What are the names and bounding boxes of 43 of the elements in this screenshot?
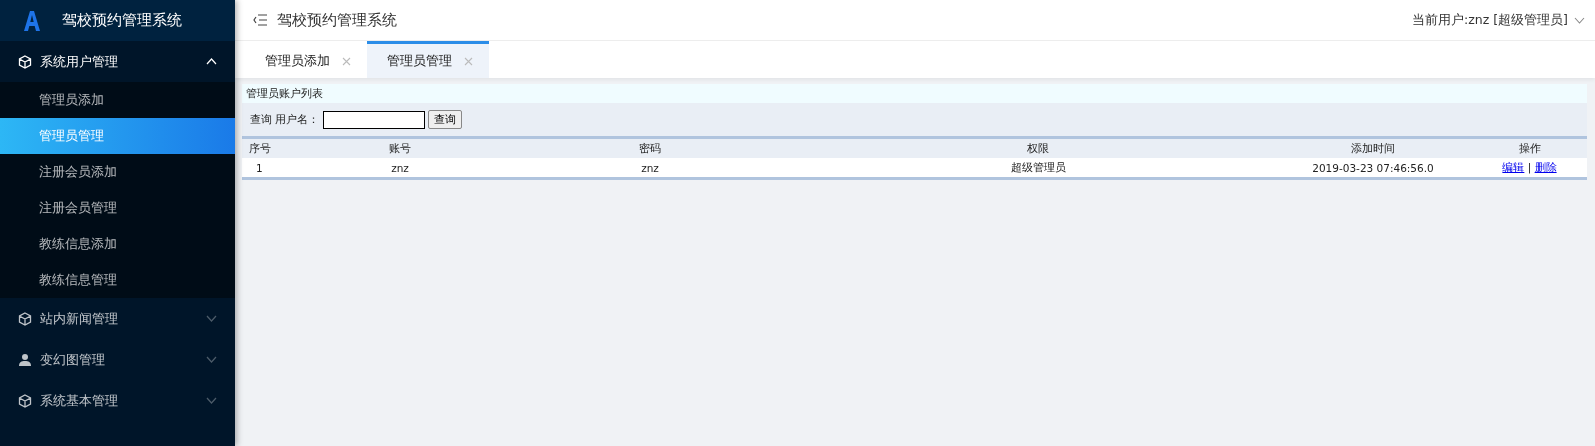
tab[interactable]: 管理员管理 (367, 41, 489, 78)
menu-item[interactable]: 注册会员添加 (0, 154, 235, 190)
menu-group[interactable]: 站内新闻管理 (0, 298, 235, 339)
user-icon (18, 352, 32, 367)
table-cell: znz (498, 158, 802, 179)
action-link[interactable]: 删除 (1534, 160, 1557, 173)
cube-icon (18, 311, 32, 326)
column-header: 序号 (242, 137, 302, 158)
chevron-down-icon (206, 397, 217, 404)
user-menu[interactable]: 当前用户:znz [超级管理员] (1412, 11, 1585, 29)
menu-group[interactable]: 系统用户管理 (0, 41, 235, 82)
logo-icon (24, 9, 40, 32)
table-cell: 1 (242, 158, 302, 179)
menu-item[interactable]: 管理员添加 (0, 82, 235, 118)
column-header: 操作 (1472, 137, 1587, 158)
tab[interactable]: 管理员添加 (245, 41, 367, 78)
chevron-up-icon (206, 58, 217, 65)
cube-icon (18, 54, 32, 69)
table-cell: 超级管理员 (802, 158, 1274, 179)
menu-item[interactable]: 注册会员管理 (0, 190, 235, 226)
action-link[interactable]: 编辑 (1502, 160, 1525, 173)
username-field[interactable] (322, 110, 425, 129)
table-cell: 2019-03-23 07:46:56.0 (1274, 158, 1472, 179)
column-header: 账号 (302, 137, 498, 158)
table-cell: znz (302, 158, 498, 179)
chevron-down-icon (206, 356, 217, 363)
column-header: 权限 (802, 137, 1274, 158)
page-title: 驾校预约管理系统 (277, 10, 398, 30)
panel-title: 管理员账户列表 (242, 84, 1587, 103)
menu-group[interactable]: 变幻图管理 (0, 339, 235, 380)
chevron-down-icon (206, 315, 217, 322)
menu-item[interactable]: 教练信息添加 (0, 226, 235, 262)
chevron-down-icon (1574, 16, 1585, 24)
app-title: 驾校预约管理系统 (62, 11, 182, 30)
menu-icon[interactable] (253, 14, 267, 26)
menu-item[interactable]: 教练信息管理 (0, 262, 235, 298)
column-header: 添加时间 (1274, 137, 1472, 158)
cube-icon (18, 393, 32, 408)
menu-group[interactable]: 系统基本管理 (0, 380, 235, 421)
search-button[interactable]: 查询 (427, 110, 462, 129)
search-label: 查询 用户名： (250, 112, 320, 127)
column-header: 密码 (498, 137, 802, 158)
separator: | (1527, 160, 1532, 173)
